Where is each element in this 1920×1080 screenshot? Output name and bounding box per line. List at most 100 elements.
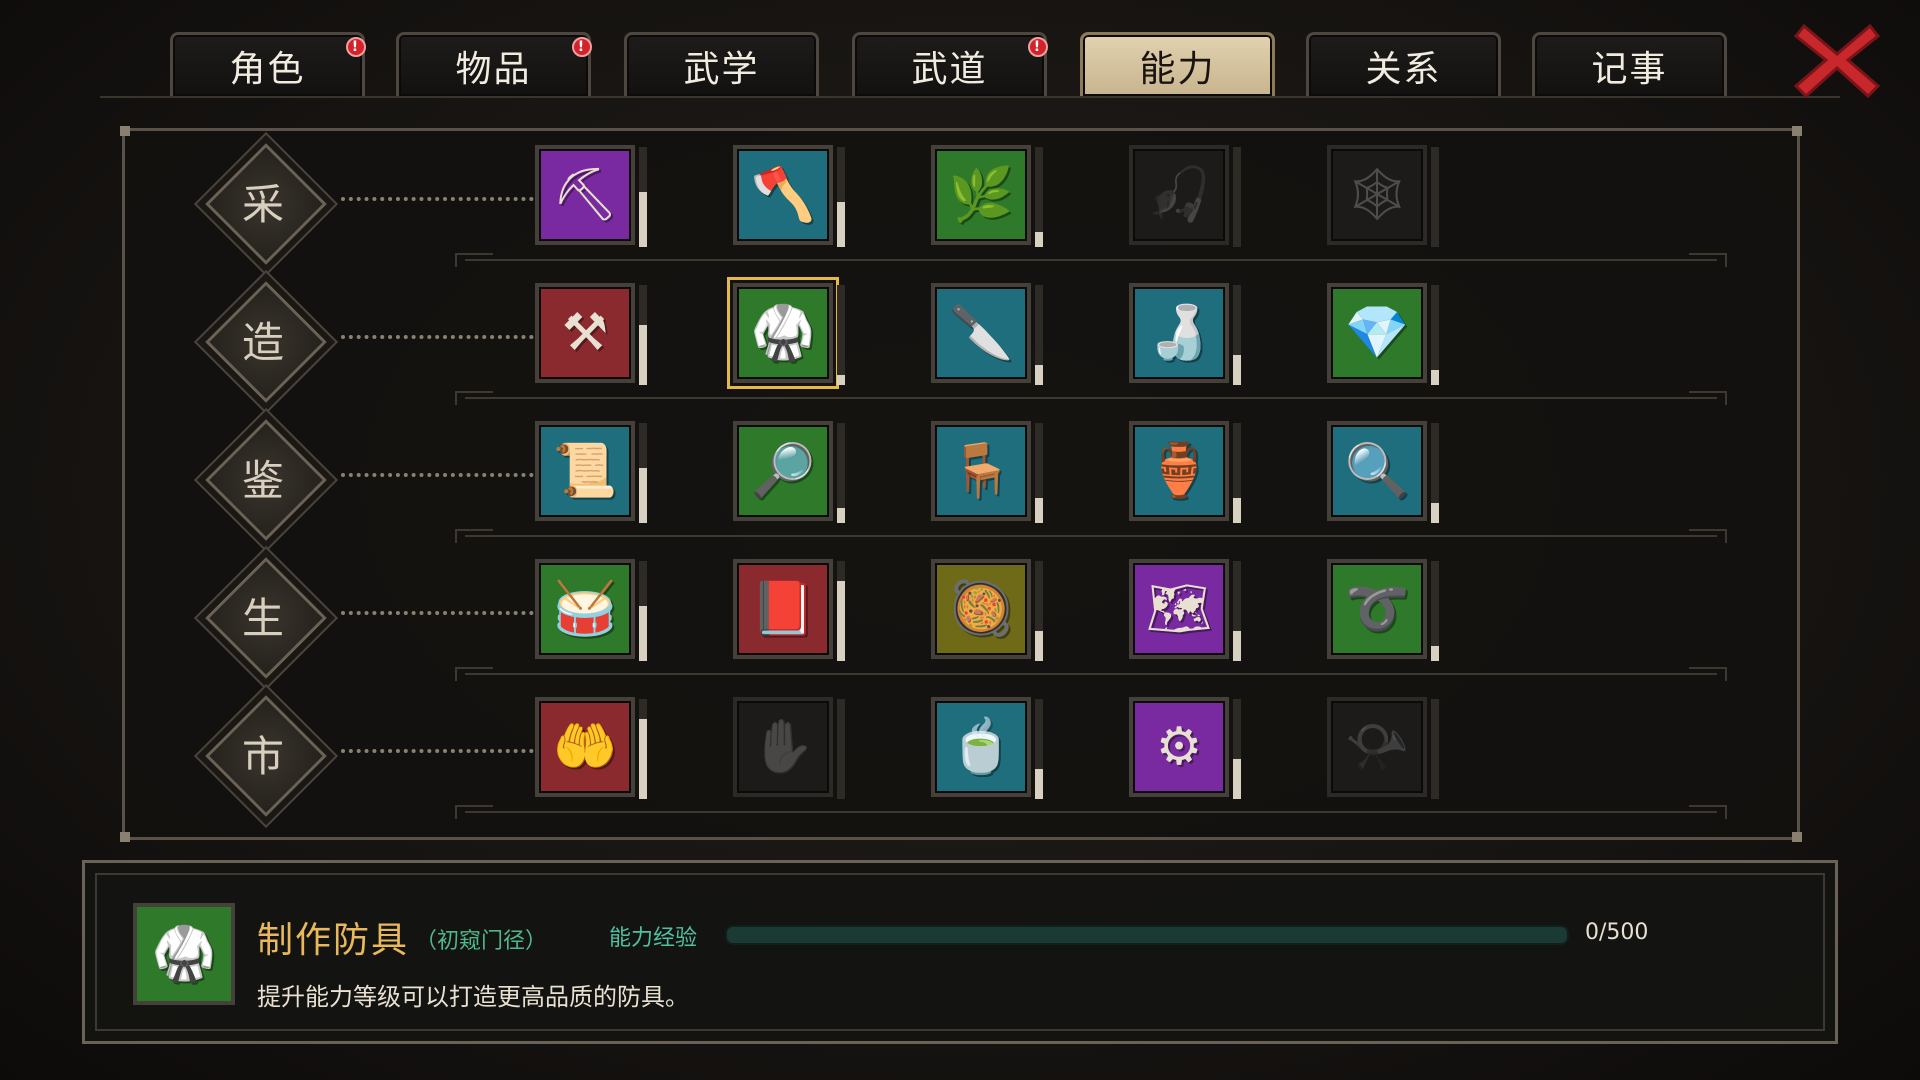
level-meter-fill [1035, 498, 1043, 523]
pickpocket-glyph: ✋ [750, 717, 816, 777]
level-meter-fill [837, 508, 845, 523]
tablet-glyph: 📕 [750, 579, 816, 639]
tablet-icon[interactable]: 📕 [733, 559, 833, 659]
hunting-icon[interactable]: 🕸 [1327, 145, 1427, 245]
ability-slot-horn[interactable]: 📯 [1327, 697, 1439, 809]
category-badge: 鉴 [205, 419, 327, 541]
drum-icon[interactable]: 🥁 [535, 559, 635, 659]
map-reading-icon[interactable]: 🗺 [1129, 559, 1229, 659]
ability-slot-whip[interactable]: ➰ [1327, 559, 1439, 671]
level-meter [1233, 147, 1241, 247]
level-meter [1035, 423, 1043, 523]
tab-3[interactable]: 武道! [852, 32, 1048, 96]
pickpocket-icon[interactable]: ✋ [733, 697, 833, 797]
ability-slot-bargaining[interactable]: 🤲 [535, 697, 647, 809]
cooking-icon[interactable]: 🍶 [1129, 283, 1229, 383]
level-meter-fill [837, 581, 845, 661]
mining-icon[interactable]: ⛏ [535, 145, 635, 245]
row-divider [465, 673, 1717, 675]
ability-slot-mining[interactable]: ⛏ [535, 145, 647, 257]
level-meter [837, 699, 845, 799]
ability-slot-cooking[interactable]: 🍶 [1129, 283, 1241, 395]
ability-slot-appraise-book[interactable]: 🔎 [733, 421, 845, 533]
logging-icon[interactable]: 🪓 [733, 145, 833, 245]
map-reading-glyph: 🗺 [1145, 579, 1212, 639]
ability-slot-mechanics[interactable]: ⚙ [1129, 697, 1241, 809]
forging-glyph: ⚒ [561, 303, 609, 363]
row-ornament [1689, 253, 1727, 267]
ability-slot-alchemy[interactable]: 🥘 [931, 559, 1043, 671]
row-ornament [1689, 529, 1727, 543]
level-meter-fill [1233, 355, 1241, 385]
level-meter [1431, 285, 1439, 385]
tab-5[interactable]: 关系 [1306, 32, 1501, 96]
ability-slot-herbalism[interactable]: 🔪 [931, 283, 1043, 395]
category-badge: 生 [205, 557, 327, 679]
whip-icon[interactable]: ➰ [1327, 559, 1427, 659]
level-meter [837, 423, 845, 523]
ability-slot-appraise-gem[interactable]: 🔍 [1327, 421, 1439, 533]
ability-slot-appraise-antique[interactable]: 🏺 [1129, 421, 1241, 533]
alchemy-glyph: 🥘 [948, 579, 1014, 639]
fishing-icon[interactable]: 🎣 [1129, 145, 1229, 245]
appraise-antique-icon[interactable]: 🏺 [1129, 421, 1229, 521]
jewel-crafting-icon[interactable]: 💎 [1327, 283, 1427, 383]
appraise-gem-glyph: 🔍 [1344, 441, 1410, 501]
level-meter-fill [1431, 370, 1439, 385]
tab-2[interactable]: 武学 [624, 32, 819, 96]
appraise-book-glyph: 🔎 [750, 441, 816, 501]
ability-slot-map-reading[interactable]: 🗺 [1129, 559, 1241, 671]
appraise-book-icon[interactable]: 🔎 [733, 421, 833, 521]
ability-slot-forging[interactable]: ⚒ [535, 283, 647, 395]
alchemy-icon[interactable]: 🥘 [931, 559, 1031, 659]
ability-slot-fishing[interactable]: 🎣 [1129, 145, 1241, 257]
dotted-arrow-icon [341, 197, 565, 201]
appraise-gem-icon[interactable]: 🔍 [1327, 421, 1427, 521]
exp-value: 0/500 [1585, 920, 1649, 945]
tab-6[interactable]: 记事 [1532, 32, 1727, 96]
bargaining-icon[interactable]: 🤲 [535, 697, 635, 797]
category-badge: 市 [205, 695, 327, 817]
level-meter [639, 561, 647, 661]
row-divider [465, 811, 1717, 813]
notification-badge: ! [1028, 37, 1048, 57]
ability-slot-appraise-furniture[interactable]: 🪑 [931, 421, 1043, 533]
appraise-furniture-icon[interactable]: 🪑 [931, 421, 1031, 521]
tab-label: 关系 [1365, 48, 1442, 90]
ability-slot-armor-crafting[interactable]: 🥋 [727, 277, 845, 395]
herbalism-icon[interactable]: 🔪 [931, 283, 1031, 383]
row-ornament [455, 529, 493, 543]
tab-4[interactable]: 能力 [1080, 32, 1275, 96]
close-icon[interactable] [1792, 18, 1882, 98]
ability-slot-pickpocket[interactable]: ✋ [733, 697, 845, 809]
ability-slot-drum[interactable]: 🥁 [535, 559, 647, 671]
dotted-arrow-icon [341, 749, 565, 753]
fishing-glyph: 🎣 [1146, 165, 1212, 225]
level-meter-fill [1233, 498, 1241, 523]
horn-icon[interactable]: 📯 [1327, 697, 1427, 797]
appraise-scroll-icon[interactable]: 📜 [535, 421, 635, 521]
ability-slot-tablet[interactable]: 📕 [733, 559, 845, 671]
tab-label: 武道 [911, 48, 988, 90]
ability-slot-herb-gathering[interactable]: 🌿 [931, 145, 1043, 257]
ability-slot-jewel-crafting[interactable]: 💎 [1327, 283, 1439, 395]
mechanics-icon[interactable]: ⚙ [1129, 697, 1229, 797]
exp-label: 能力经验 [609, 926, 698, 951]
forging-icon[interactable]: ⚒ [535, 283, 635, 383]
ability-slot-hunting[interactable]: 🕸 [1327, 145, 1439, 257]
drum-glyph: 🥁 [552, 579, 618, 639]
bargaining-glyph: 🤲 [552, 717, 618, 777]
tab-label: 记事 [1591, 48, 1668, 90]
herb-gathering-glyph: 🌿 [948, 165, 1014, 225]
tea-brewing-icon[interactable]: 🍵 [931, 697, 1031, 797]
row-ornament [1689, 805, 1727, 819]
row-ornament [1689, 667, 1727, 681]
ability-slot-appraise-scroll[interactable]: 📜 [535, 421, 647, 533]
tab-0[interactable]: 角色! [170, 32, 366, 96]
herb-gathering-icon[interactable]: 🌿 [931, 145, 1031, 245]
armor-crafting-icon[interactable]: 🥋 [727, 277, 839, 389]
tab-1[interactable]: 物品! [396, 32, 592, 96]
ability-slot-logging[interactable]: 🪓 [733, 145, 845, 257]
appraise-furniture-glyph: 🪑 [948, 441, 1014, 501]
ability-slot-tea-brewing[interactable]: 🍵 [931, 697, 1043, 809]
